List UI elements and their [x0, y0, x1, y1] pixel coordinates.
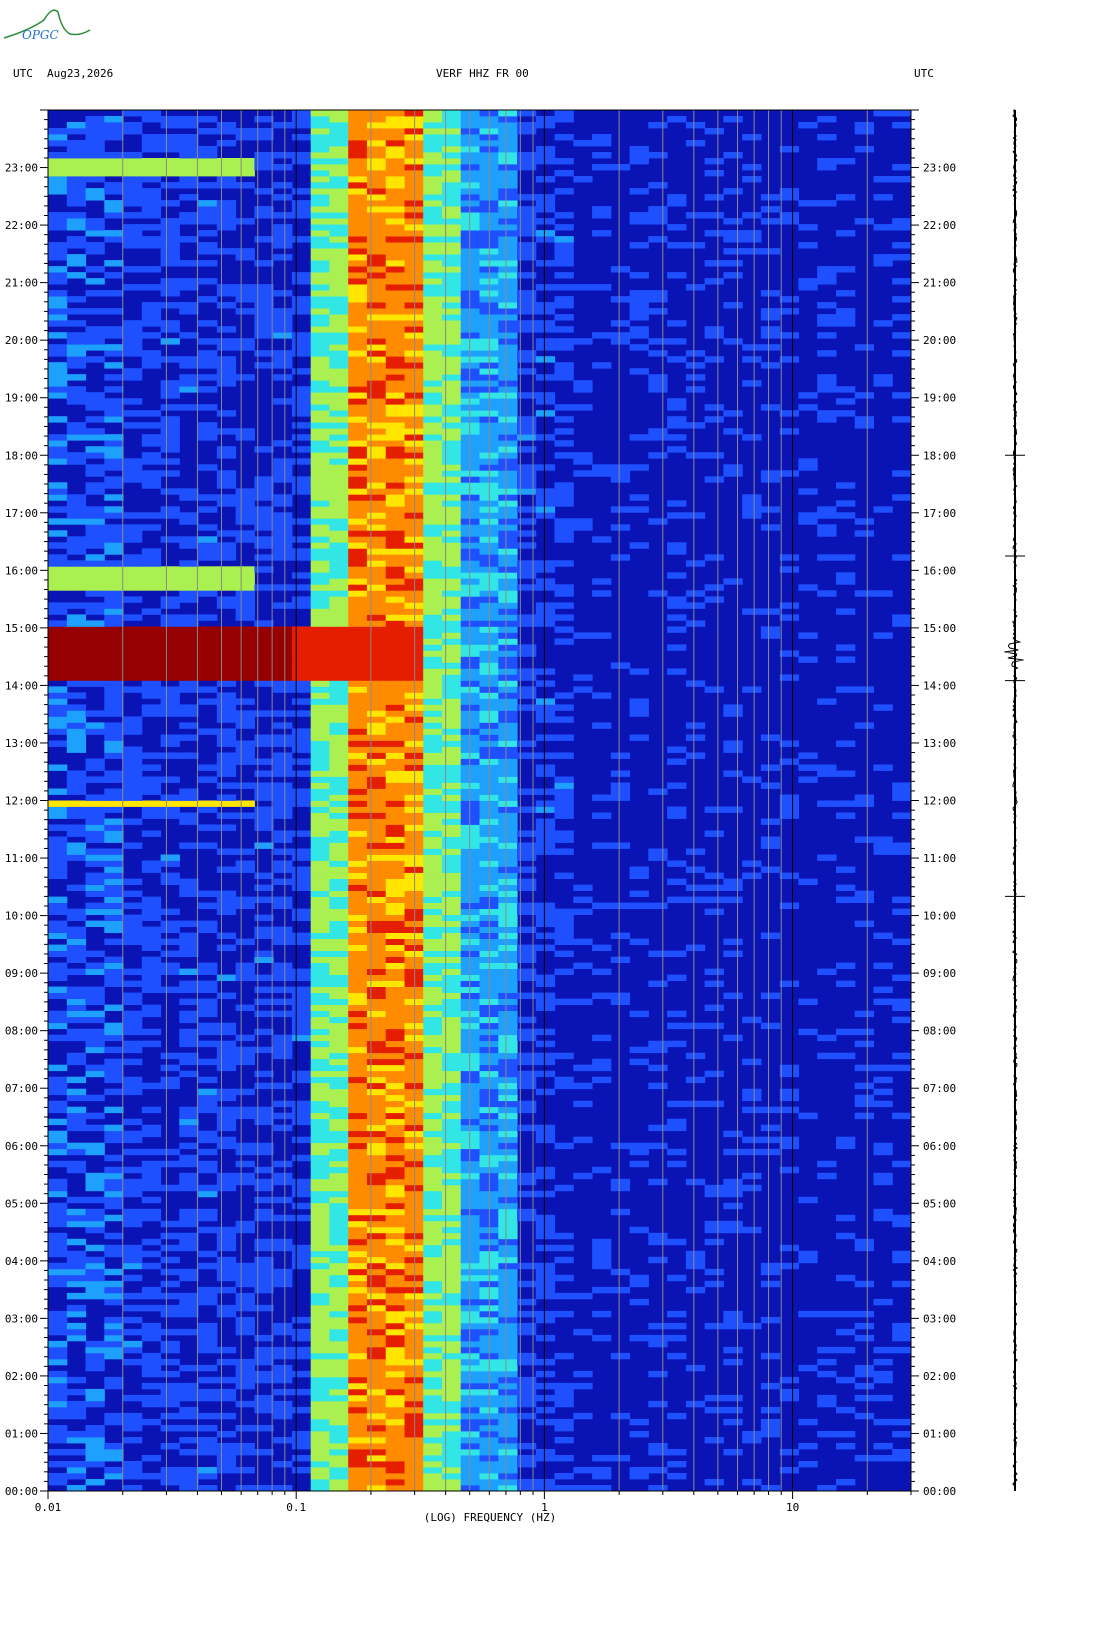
y-tick-label-right: 02:00 — [923, 1370, 956, 1383]
y-tick-label-right: 15:00 — [923, 622, 956, 635]
x-tick-label: 0.01 — [35, 1501, 62, 1514]
y-tick-label-left: 17:00 — [5, 507, 38, 520]
y-axis-right: 00:00 01:00 02:00 03:00 04:00 05:00 06:00 07:00… — [911, 109, 956, 1498]
y-tick-label-left: 15:00 — [5, 622, 38, 635]
y-tick-label-left: 10:00 — [5, 910, 38, 923]
y-tick-label-left: 16:00 — [5, 564, 38, 577]
y-tick-label-right: 20:00 — [923, 334, 956, 347]
y-tick-label-left: 01:00 — [5, 1427, 38, 1440]
y-tick-label-left: 14:00 — [5, 679, 38, 692]
y-tick-label-right: 07:00 — [923, 1082, 956, 1095]
y-tick-label-right: 05:00 — [923, 1197, 956, 1210]
y-tick-label-left: 20:00 — [5, 334, 38, 347]
y-tick-label-left: 11:00 — [5, 852, 38, 865]
x-tick-label: 0.1 — [286, 1501, 306, 1514]
y-tick-label-left: 02:00 — [5, 1370, 38, 1383]
spectrogram-chart: 00:00 01:00 02:00 03:00 04:00 05:00 06:00 07:00… — [5, 109, 1025, 1524]
y-tick-label-right: 17:00 — [923, 507, 956, 520]
seismic-trace — [1004, 109, 1025, 1491]
y-tick-label-right: 00:00 — [923, 1485, 956, 1498]
y-tick-label-right: 04:00 — [923, 1255, 956, 1268]
y-tick-label-left: 03:00 — [5, 1312, 38, 1325]
y-tick-label-left: 09:00 — [5, 967, 38, 980]
y-tick-label-right: 09:00 — [923, 967, 956, 980]
y-tick-label-right: 22:00 — [923, 219, 956, 232]
y-tick-label-right: 10:00 — [923, 910, 956, 923]
y-tick-label-left: 04:00 — [5, 1255, 38, 1268]
y-tick-label-left: 19:00 — [5, 392, 38, 405]
x-tick-label: 10 — [786, 1501, 799, 1514]
y-tick-label-right: 16:00 — [923, 564, 956, 577]
y-tick-label-right: 21:00 — [923, 277, 956, 290]
y-tick-label-left: 07:00 — [5, 1082, 38, 1095]
y-axis-left: 00:00 01:00 02:00 03:00 04:00 05:00 06:00 07:00… — [5, 109, 48, 1498]
y-tick-label-right: 11:00 — [923, 852, 956, 865]
y-tick-label-right: 13:00 — [923, 737, 956, 750]
x-axis-label: (LOG) FREQUENCY (HZ) — [424, 1511, 556, 1524]
y-tick-label-right: 12:00 — [923, 795, 956, 808]
y-tick-label-left: 06:00 — [5, 1140, 38, 1153]
spectrogram-heatmap — [48, 110, 912, 1492]
y-tick-label-left: 12:00 — [5, 795, 38, 808]
y-tick-label-left: 23:00 — [5, 162, 38, 175]
y-tick-label-left: 18:00 — [5, 449, 38, 462]
y-tick-label-left: 08:00 — [5, 1025, 38, 1038]
y-tick-label-right: 18:00 — [923, 449, 956, 462]
y-tick-label-right: 03:00 — [923, 1312, 956, 1325]
y-tick-label-left: 13:00 — [5, 737, 38, 750]
y-tick-label-right: 23:00 — [923, 162, 956, 175]
y-tick-label-left: 21:00 — [5, 277, 38, 290]
y-tick-label-right: 06:00 — [923, 1140, 956, 1153]
y-tick-label-left: 00:00 — [5, 1485, 38, 1498]
y-tick-label-left: 22:00 — [5, 219, 38, 232]
y-tick-label-right: 08:00 — [923, 1025, 956, 1038]
y-tick-label-right: 19:00 — [923, 392, 956, 405]
y-tick-label-right: 14:00 — [923, 679, 956, 692]
y-tick-label-left: 05:00 — [5, 1197, 38, 1210]
y-tick-label-right: 01:00 — [923, 1427, 956, 1440]
